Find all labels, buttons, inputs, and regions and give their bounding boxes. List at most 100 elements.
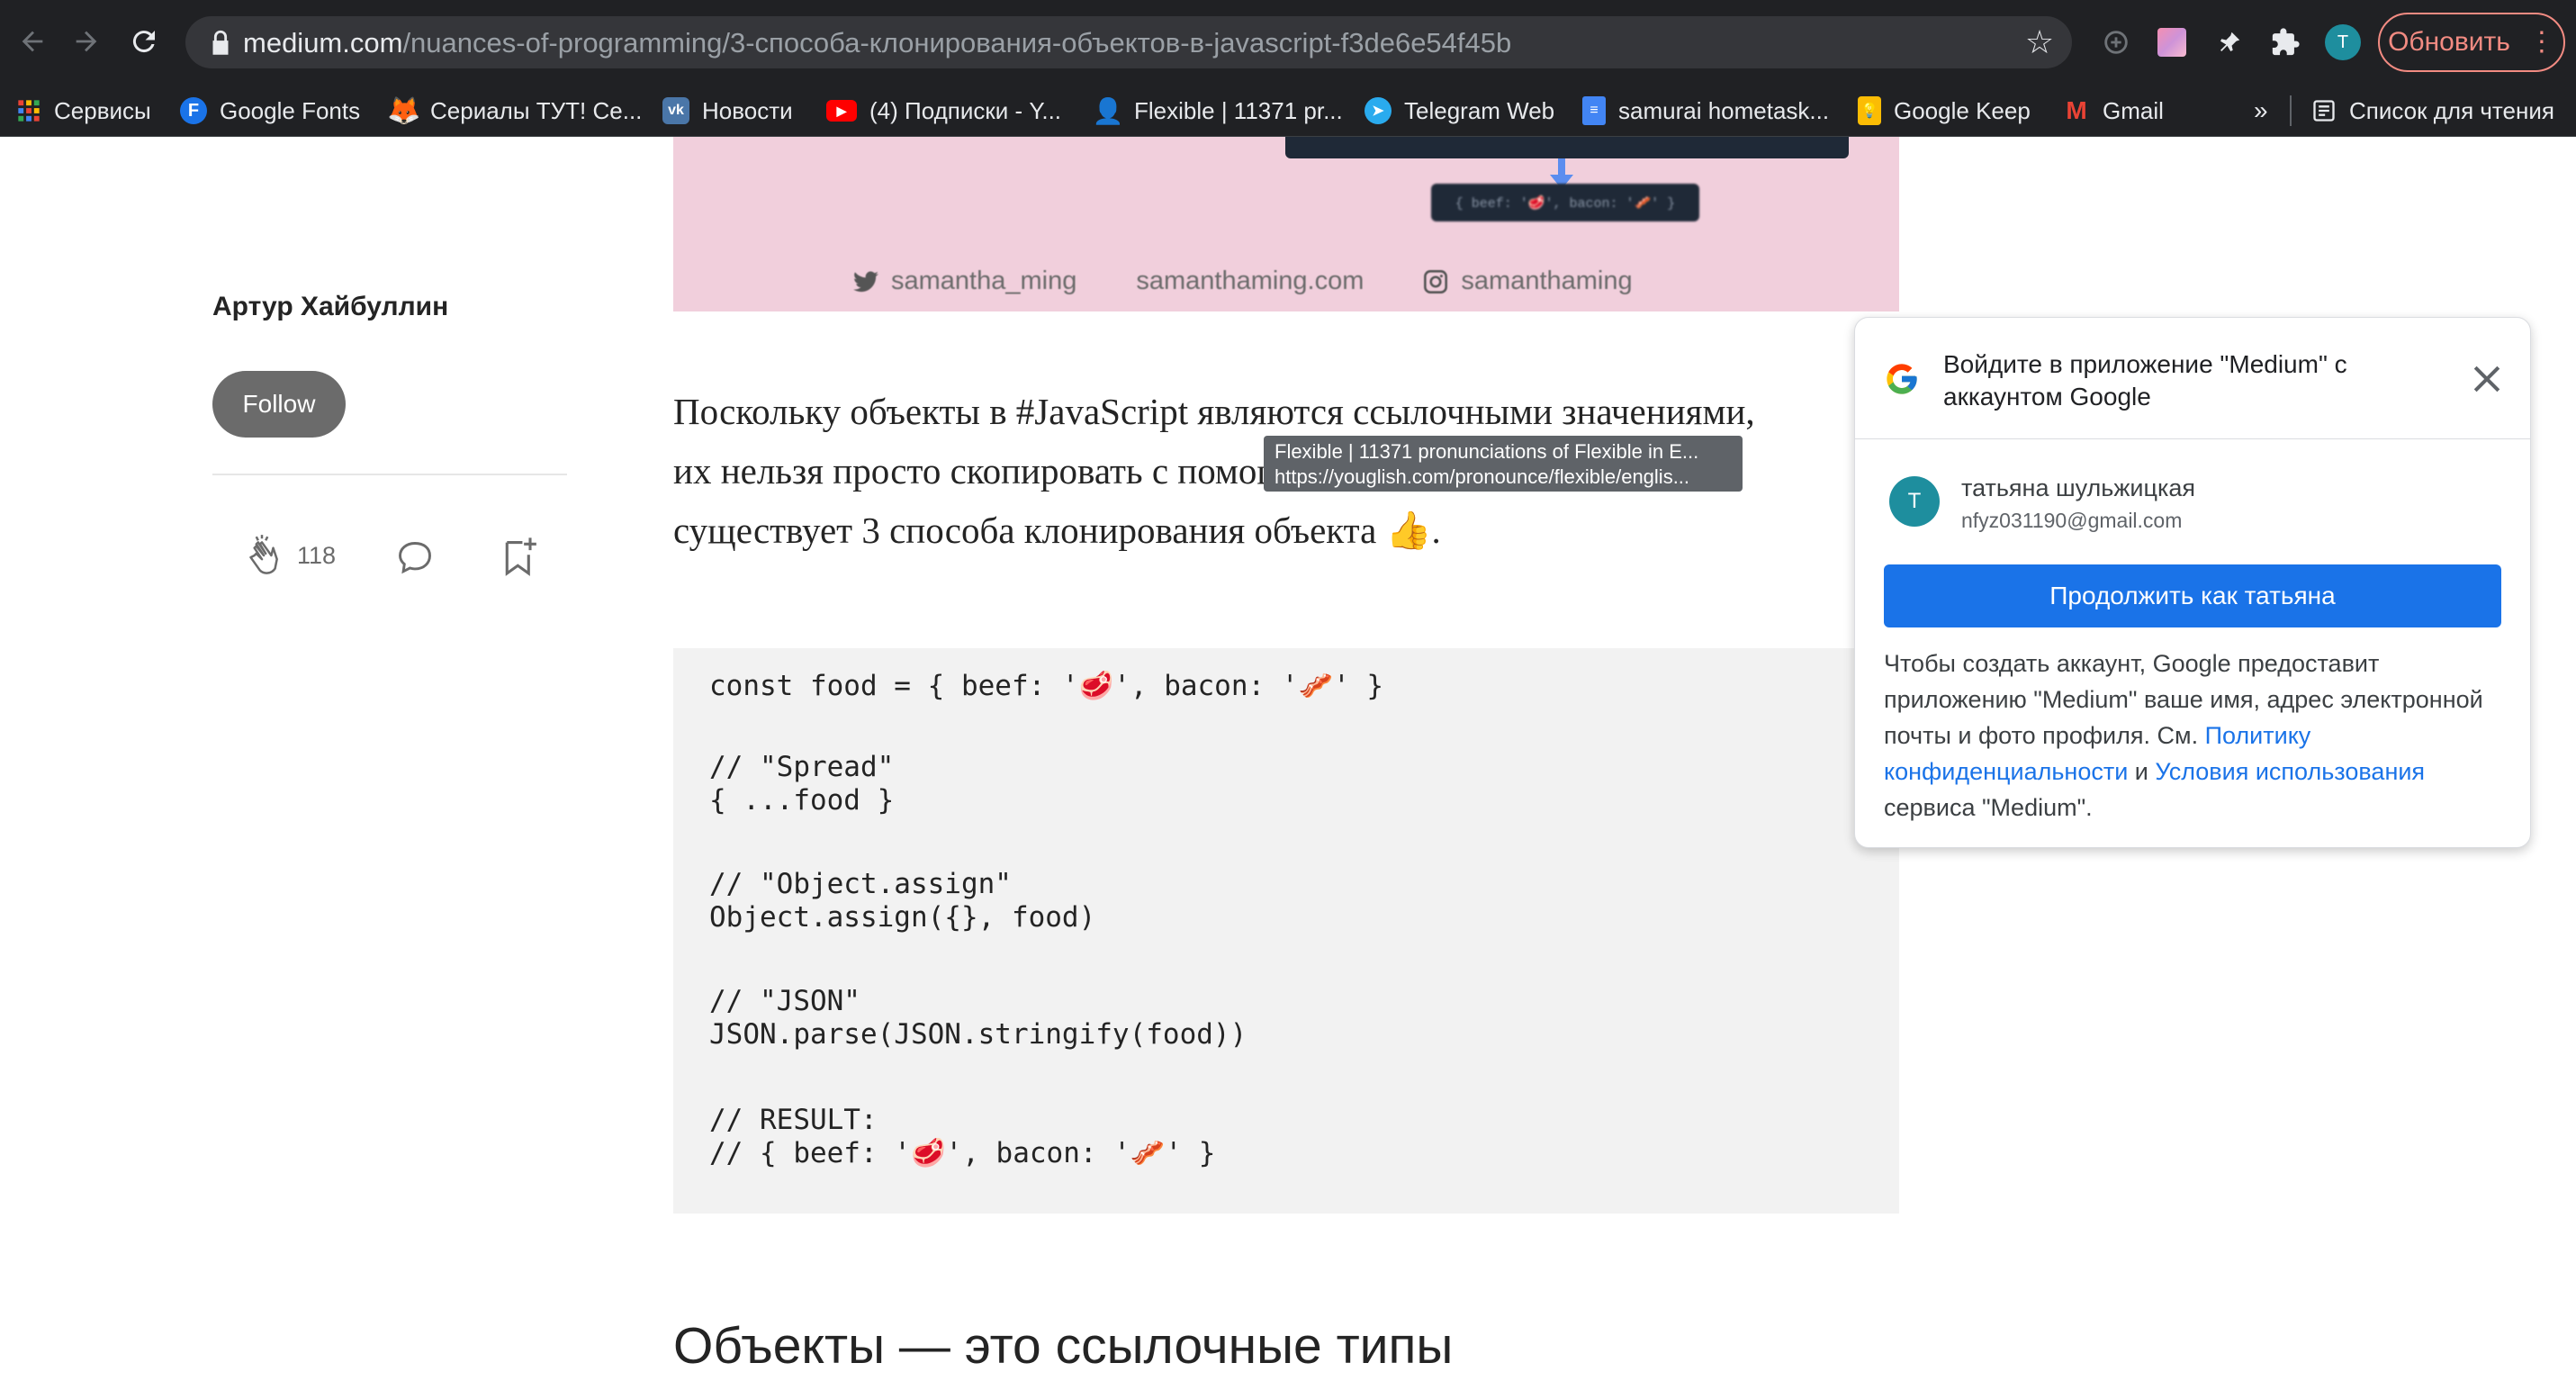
profile-initial: T: [2325, 24, 2361, 60]
bookmark-telegram[interactable]: ➤ Telegram Web: [1365, 85, 1554, 137]
bookmark-samurai[interactable]: ≡ samurai hometask...: [1582, 85, 1829, 137]
terms-link[interactable]: Условия использования: [2155, 758, 2425, 785]
extension-pin-icon[interactable]: [2209, 22, 2250, 63]
code-block: const food = { beef: '🥩', bacon: '🥓' } /…: [673, 648, 1899, 1214]
bookmark-serials[interactable]: 🦊 Сериалы ТУТ! Се...: [387, 85, 642, 137]
comment-icon[interactable]: [394, 538, 436, 578]
bookmarks-overflow-button[interactable]: »: [2254, 85, 2268, 137]
code-line: // "Object.assign": [709, 868, 1012, 900]
reload-button[interactable]: [117, 14, 171, 68]
article-hero-image: { beef: '🥩', bacon: '🥓' } samantha_ming …: [673, 137, 1899, 311]
clap-icon[interactable]: [239, 533, 284, 578]
google-logo-icon: [1887, 364, 1917, 394]
extension-sync-icon[interactable]: [2095, 22, 2137, 63]
more-vert-icon: ⋮: [2527, 27, 2555, 57]
tooltip-title: Flexible | 11371 pronunciations of Flexi…: [1274, 440, 1699, 463]
bookmarks-divider: [2290, 95, 2292, 126]
code-line: Object.assign({}, food): [709, 901, 1096, 934]
desc-text: сервиса "Medium".: [1884, 794, 2093, 821]
apps-grid-icon: [18, 100, 40, 122]
paragraph-line: существует 3 способа клонирования объект…: [673, 510, 1441, 551]
signin-description: Чтобы создать аккаунт, Google предостави…: [1884, 645, 2505, 826]
hero-code-window: [1285, 137, 1849, 158]
hero-social-label: samanthaming.com: [1136, 266, 1365, 295]
profile-avatar[interactable]: T: [2322, 22, 2364, 63]
back-button[interactable]: [5, 14, 59, 68]
code-line: // "Spread": [709, 751, 895, 783]
hero-social-instagram: samanthaming: [1423, 266, 1633, 296]
bookmark-vk-news[interactable]: vk Новости: [662, 85, 793, 137]
gmail-icon: M: [2066, 96, 2087, 124]
browser-toolbar: medium.com/nuances-of-programming/3-спос…: [0, 0, 2576, 85]
hero-social-label: samantha_ming: [891, 266, 1077, 295]
update-label: Обновить: [2388, 27, 2510, 57]
user-avatar: T: [1889, 476, 1940, 527]
continue-as-button[interactable]: Продолжить как татьяна: [1884, 564, 2501, 627]
code-line: // RESULT:: [709, 1104, 878, 1136]
bookmark-star-icon[interactable]: ☆: [2020, 23, 2059, 62]
bookmark-youtube[interactable]: ▶ (4) Подписки - Y...: [826, 85, 1061, 137]
reading-list-label: Список для чтения: [2349, 96, 2554, 124]
instagram-icon: [1424, 269, 1448, 293]
bookmark-label: samurai hometask...: [1618, 96, 1830, 124]
reload-icon: [132, 31, 155, 53]
reading-list-button[interactable]: Список для чтения: [2311, 85, 2554, 137]
forward-button[interactable]: [59, 14, 113, 68]
desc-text: и: [2128, 758, 2156, 785]
vk-icon: vk: [662, 97, 689, 124]
author-name[interactable]: Артур Хайбуллин: [212, 292, 448, 322]
follow-button[interactable]: Follow: [212, 371, 346, 438]
bookmark-google-fonts[interactable]: F Google Fonts: [180, 85, 360, 137]
medium-article-page: { beef: '🥩', bacon: '🥓' } samantha_ming …: [0, 137, 2576, 1399]
bookmark-label: (4) Подписки - Y...: [869, 96, 1062, 124]
telegram-icon: ➤: [1365, 97, 1392, 124]
google-signin-prompt: Войдите в приложение "Medium" с аккаунто…: [1854, 317, 2531, 848]
lock-icon: [212, 30, 229, 55]
bookmark-label: Сервисы: [54, 96, 151, 124]
code-line: const food = { beef: '🥩', bacon: '🥓' }: [709, 670, 1384, 702]
forward-arrow-icon: [76, 31, 97, 52]
bookmark-services[interactable]: Сервисы: [16, 85, 151, 137]
hero-social-website: samanthaming.com: [1136, 266, 1364, 296]
google-fonts-icon: F: [180, 97, 207, 124]
link-tooltip: Flexible | 11371 pronunciations of Flexi…: [1264, 436, 1743, 492]
serials-icon: 🦊: [387, 95, 421, 126]
code-line: JSON.parse(JSON.stringify(food)): [709, 1018, 1247, 1051]
url-path: /nuances-of-programming/3-способа-клонир…: [402, 27, 1512, 59]
hero-social-twitter: samantha_ming: [853, 266, 1076, 296]
code-line: // "JSON": [709, 985, 860, 1017]
bookmark-add-icon[interactable]: [500, 535, 538, 578]
code-line: // { beef: '🥩', bacon: '🥓' }: [709, 1137, 1216, 1169]
extension-color-icon[interactable]: [2151, 22, 2193, 63]
section-heading: Объекты — это ссылочные типы: [673, 1317, 1454, 1375]
address-bar[interactable]: medium.com/nuances-of-programming/3-спос…: [185, 16, 2072, 68]
clap-count: 118: [297, 542, 337, 569]
bookmark-label: Google Fonts: [220, 96, 361, 124]
google-docs-icon: ≡: [1582, 96, 1606, 125]
bookmark-google-keep[interactable]: 💡 Google Keep: [1858, 85, 2031, 137]
bookmark-label: Flexible | 11371 pr...: [1134, 96, 1343, 124]
youglish-icon: 👤: [1092, 96, 1124, 125]
bookmarks-bar: Сервисы F Google Fonts 🦊 Сериалы ТУТ! Се…: [0, 85, 2576, 137]
twitter-icon: [853, 270, 878, 292]
user-name: татьяна шульжицкая: [1961, 474, 2196, 501]
paragraph-line: Поскольку объекты в #JavaScript являются…: [673, 391, 1755, 432]
bookmark-gmail[interactable]: M Gmail: [2063, 85, 2164, 137]
signin-title: Войдите в приложение "Medium" с аккаунто…: [1943, 350, 2347, 411]
code-line: { ...food }: [709, 784, 895, 817]
update-button[interactable]: Обновить ⋮: [2378, 13, 2565, 72]
url-host: medium.com: [243, 27, 403, 59]
back-arrow-icon: [22, 31, 43, 52]
bookmark-youglish[interactable]: 👤 Flexible | 11371 pr...: [1092, 85, 1343, 137]
extensions-puzzle-icon[interactable]: [2265, 22, 2306, 63]
desc-text: Чтобы создать аккаунт, Google предостави…: [1884, 650, 2483, 749]
sidebar-divider: [212, 474, 567, 475]
bookmark-label: Новости: [702, 96, 793, 124]
signin-divider: [1855, 438, 2530, 439]
hero-result-box: { beef: '🥩', bacon: '🥓' }: [1431, 184, 1699, 221]
reading-list-icon: [2313, 100, 2335, 122]
bookmark-label: Gmail: [2103, 96, 2164, 124]
hero-socials: samantha_ming samanthaming.com samantham…: [853, 266, 1633, 296]
close-icon[interactable]: [2467, 359, 2507, 399]
google-keep-icon: 💡: [1858, 96, 1881, 125]
